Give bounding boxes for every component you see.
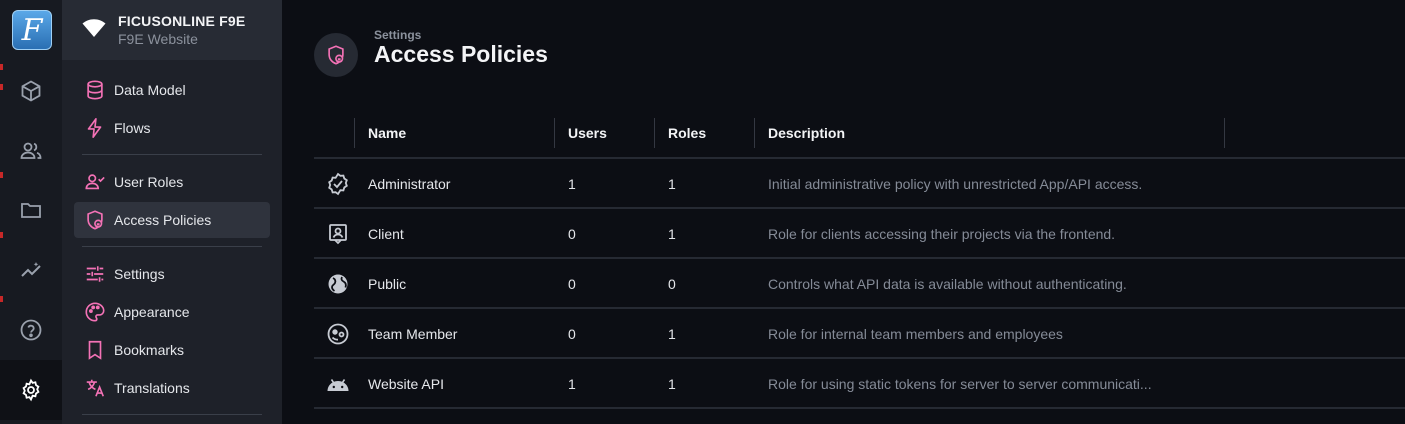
table-row[interactable]: Administrator 1 1 Initial administrative…: [314, 159, 1405, 209]
row-description: Initial administrative policy with unres…: [768, 176, 1143, 192]
column-header-roles[interactable]: Roles: [668, 118, 706, 148]
user-roles-icon: [84, 171, 106, 193]
column-header-description[interactable]: Description: [768, 118, 845, 148]
table-row[interactable]: Team Member 0 1 Role for internal team m…: [314, 309, 1405, 359]
row-roles: 1: [668, 176, 676, 192]
row-roles: 1: [668, 326, 676, 342]
sidebar-item-access-policies[interactable]: Access Policies: [74, 202, 270, 238]
bolt-icon: [84, 117, 106, 139]
column-header-users[interactable]: Users: [568, 118, 607, 148]
table-row[interactable]: Client 0 1 Role for clients accessing th…: [314, 209, 1405, 259]
column-divider[interactable]: [354, 118, 355, 148]
table-row[interactable]: Website API 1 1 Role for using static to…: [314, 359, 1405, 409]
row-description: Role for clients accessing their project…: [768, 226, 1116, 242]
row-users: 0: [568, 276, 576, 292]
main-content: Settings Access Policies Name Users Role…: [282, 0, 1405, 424]
badge-icon: [326, 222, 350, 246]
android-icon: [326, 372, 350, 396]
row-name: Team Member: [368, 326, 458, 342]
column-divider[interactable]: [1224, 118, 1225, 148]
help-icon[interactable]: [19, 318, 43, 342]
face-icon: [326, 322, 350, 346]
row-roles: 1: [668, 376, 676, 392]
sidebar-item-label: Flows: [114, 120, 151, 136]
row-users: 0: [568, 326, 576, 342]
indicator-mark: [0, 232, 3, 238]
sidebar-item-label: Bookmarks: [114, 342, 185, 358]
row-roles: 1: [668, 226, 676, 242]
row-roles: 0: [668, 276, 676, 292]
sidebar-item-label: Translations: [114, 380, 190, 396]
shield-lock-icon: [84, 209, 106, 231]
row-description: Controls what API data is available with…: [768, 276, 1127, 292]
sidebar-item-label: Appearance: [114, 304, 190, 320]
app-logo[interactable]: F: [12, 10, 52, 50]
sidebar-item-flows[interactable]: Flows: [74, 110, 270, 146]
bookmark-icon: [84, 339, 106, 361]
sidebar-item-label: Data Model: [114, 82, 186, 98]
users-icon[interactable]: [19, 139, 43, 163]
sidebar-item-settings[interactable]: Settings: [74, 256, 270, 292]
sidebar-item-data-model[interactable]: Data Model: [74, 72, 270, 108]
cube-icon[interactable]: [19, 79, 43, 103]
row-name: Website API: [368, 376, 445, 392]
indicator-mark: [0, 64, 3, 70]
database-icon: [84, 79, 106, 101]
icon-rail: F: [0, 0, 62, 424]
sidebar-divider: [82, 414, 262, 415]
row-divider: [314, 407, 1405, 409]
project-subtitle: F9E Website: [118, 31, 198, 47]
sidebar-item-translations[interactable]: Translations: [74, 370, 270, 406]
row-name: Client: [368, 226, 404, 242]
indicator-mark: [0, 84, 3, 90]
insights-icon[interactable]: [19, 258, 43, 282]
column-divider[interactable]: [754, 118, 755, 148]
sidebar-divider: [82, 154, 262, 155]
column-header-name[interactable]: Name: [368, 118, 406, 148]
translate-icon: [84, 377, 106, 399]
palette-icon: [84, 301, 106, 323]
sidebar-item-appearance[interactable]: Appearance: [74, 294, 270, 330]
row-name: Administrator: [368, 176, 451, 192]
folder-icon[interactable]: [19, 198, 43, 222]
project-name: FICUSONLINE F9E: [118, 13, 246, 29]
row-users: 1: [568, 376, 576, 392]
row-users: 0: [568, 226, 576, 242]
sidebar-item-user-roles[interactable]: User Roles: [74, 164, 270, 200]
globe-icon: [326, 272, 350, 296]
sidebar-item-label: Settings: [114, 266, 165, 282]
shield-lock-icon: [314, 33, 358, 77]
row-name: Public: [368, 276, 407, 292]
column-divider[interactable]: [554, 118, 555, 148]
page-title: Access Policies: [374, 41, 548, 67]
row-description: Role for internal team members and emplo…: [768, 326, 1063, 342]
wifi-icon: [82, 18, 106, 38]
gear-icon[interactable]: [19, 378, 43, 402]
table-row[interactable]: Public 0 0 Controls what API data is ava…: [314, 259, 1405, 309]
column-divider[interactable]: [654, 118, 655, 148]
breadcrumb[interactable]: Settings: [374, 28, 421, 42]
sidebar-divider: [82, 246, 262, 247]
indicator-mark: [0, 172, 3, 178]
indicator-mark: [0, 296, 3, 302]
project-switcher[interactable]: FICUSONLINE F9E F9E Website: [62, 0, 282, 60]
sidebar-item-label: Access Policies: [114, 212, 212, 228]
row-description: Role for using static tokens for server …: [768, 376, 1152, 392]
row-users: 1: [568, 176, 576, 192]
verified-icon: [326, 172, 350, 196]
sidebar: FICUSONLINE F9E F9E Website Data Model F…: [62, 0, 282, 424]
tune-icon: [84, 263, 106, 285]
sidebar-item-bookmarks[interactable]: Bookmarks: [74, 332, 270, 368]
sidebar-item-label: User Roles: [114, 174, 184, 190]
